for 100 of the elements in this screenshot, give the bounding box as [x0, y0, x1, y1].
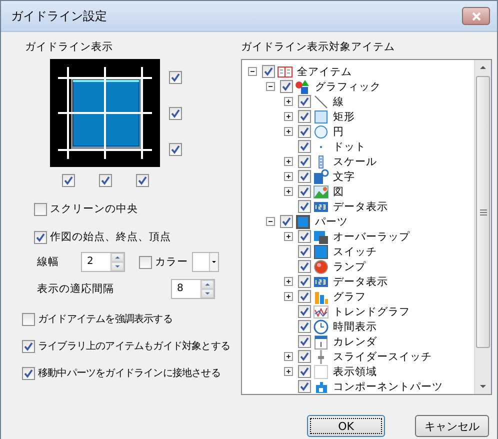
checkbox[interactable] — [298, 140, 311, 153]
checkbox[interactable] — [22, 340, 35, 352]
tree-item[interactable]: ランプ — [331, 260, 366, 274]
spin-value: 8 — [176, 282, 184, 296]
checkbox[interactable] — [99, 174, 112, 187]
checkbox[interactable] — [280, 80, 293, 93]
tree-item[interactable]: コンポーネントパーツ — [331, 380, 443, 394]
tree-item[interactable]: 時間表示 — [331, 320, 377, 334]
dialog-button[interactable]: OK — [307, 415, 385, 437]
expand-icon[interactable] — [284, 232, 293, 241]
checkbox[interactable] — [298, 290, 311, 303]
checkbox[interactable] — [298, 230, 311, 243]
grip-icon — [480, 208, 486, 216]
line-width-spinner[interactable]: 2 — [81, 252, 125, 272]
checkbox[interactable] — [298, 380, 311, 393]
checkbox[interactable] — [34, 230, 47, 244]
clock-icon — [313, 318, 329, 334]
tree-item[interactable]: ドット — [331, 140, 366, 154]
tree-item[interactable]: スイッチ — [331, 244, 377, 258]
tree-item[interactable]: データ表示 — [331, 200, 388, 214]
tree-item[interactable]: スライダースイッチ — [331, 350, 432, 364]
checkbox[interactable] — [298, 245, 311, 258]
shapes-icon — [295, 78, 311, 94]
checkbox[interactable] — [298, 305, 311, 318]
checkbox[interactable] — [22, 366, 35, 380]
interval-spinner[interactable]: 8 — [171, 279, 215, 299]
checkbox[interactable] — [298, 95, 311, 108]
checkbox-label[interactable]: ライブラリ上のアイテムもガイド対象とする — [38, 339, 230, 353]
expand-icon[interactable] — [284, 187, 293, 196]
expand-icon[interactable] — [284, 157, 293, 166]
line-icon — [313, 94, 329, 110]
tree-item[interactable]: グラフィック — [313, 80, 381, 94]
tree-item[interactable]: オーバーラップ — [331, 230, 410, 244]
rect-icon — [313, 108, 329, 124]
expand-icon[interactable] — [284, 112, 293, 121]
checkbox[interactable] — [298, 155, 311, 168]
checkbox[interactable] — [298, 350, 311, 363]
overlap-icon — [313, 228, 329, 244]
collapse-icon[interactable] — [248, 67, 257, 76]
field-label: 表示の適応間隔 — [37, 282, 115, 296]
color-dropdown[interactable] — [192, 252, 219, 272]
checkbox[interactable] — [62, 174, 75, 187]
checkbox[interactable] — [298, 260, 311, 273]
checkbox-label[interactable]: 移動中パーツをガイドラインに接地させる — [38, 366, 220, 380]
checkbox[interactable] — [298, 185, 311, 198]
checkbox[interactable] — [298, 170, 311, 183]
tree-item[interactable]: 文字 — [331, 170, 355, 184]
tree-item[interactable]: スケール — [331, 154, 377, 168]
circle-icon — [313, 124, 329, 140]
close-button[interactable] — [462, 7, 490, 25]
expand-icon[interactable] — [284, 172, 293, 181]
checkbox-label[interactable]: スクリーンの中央 — [50, 202, 138, 216]
window-title: ガイドライン設定 — [11, 8, 107, 24]
caret-icon — [209, 253, 218, 271]
checkbox[interactable] — [262, 65, 275, 78]
checkbox[interactable] — [298, 200, 311, 213]
dialog-button[interactable]: キャンセル — [415, 415, 489, 437]
tree-item[interactable]: 矩形 — [331, 110, 355, 124]
checkbox[interactable] — [280, 215, 293, 228]
expand-icon[interactable] — [284, 352, 293, 361]
checkbox[interactable] — [298, 275, 311, 288]
tree-item[interactable]: 図 — [331, 184, 344, 198]
checkbox[interactable] — [298, 125, 311, 138]
tree-item[interactable]: 全アイテム — [295, 64, 352, 78]
checkbox[interactable] — [22, 312, 35, 326]
expand-icon[interactable] — [284, 127, 293, 136]
spin-value: 2 — [86, 255, 94, 269]
checkbox[interactable] — [298, 320, 311, 333]
checkbox[interactable] — [169, 107, 182, 120]
checkbox-label[interactable]: カラー — [155, 255, 188, 269]
field-label: 線幅 — [37, 255, 60, 269]
checkbox[interactable] — [298, 110, 311, 123]
lamp-icon — [313, 258, 329, 274]
tree-item[interactable]: パーツ — [313, 214, 348, 228]
tree-item[interactable]: カレンダ — [331, 334, 377, 348]
tree-item[interactable]: トレンドグラフ — [331, 304, 410, 318]
checkbox[interactable] — [139, 256, 152, 268]
checkbox[interactable] — [169, 71, 182, 84]
checkbox[interactable] — [34, 202, 47, 216]
checkbox[interactable] — [298, 335, 311, 348]
tree-item[interactable]: グラフ — [331, 290, 366, 304]
tree-item[interactable]: 表示領域 — [331, 364, 377, 378]
checkbox-label[interactable]: ガイドアイテムを強調表示する — [38, 312, 172, 326]
tree-item[interactable]: 円 — [331, 124, 344, 138]
tree-item[interactable]: データ表示 — [331, 274, 388, 288]
tree-item[interactable]: 線 — [331, 94, 344, 108]
checkbox-label[interactable]: 作図の始点、終点、頂点 — [50, 230, 171, 244]
section-label: ガイドライン表示 — [24, 40, 114, 54]
expand-icon[interactable] — [284, 97, 293, 106]
collapse-icon[interactable] — [266, 82, 275, 91]
scrollbar[interactable] — [474, 60, 491, 394]
close-icon — [472, 12, 480, 20]
checkbox[interactable] — [169, 143, 182, 156]
calendar-icon — [313, 334, 329, 350]
checkbox[interactable] — [136, 174, 149, 187]
checkbox[interactable] — [298, 365, 311, 378]
collapse-icon[interactable] — [266, 217, 275, 226]
expand-icon[interactable] — [284, 292, 293, 301]
expand-icon[interactable] — [284, 277, 293, 286]
expand-icon[interactable] — [284, 367, 293, 376]
